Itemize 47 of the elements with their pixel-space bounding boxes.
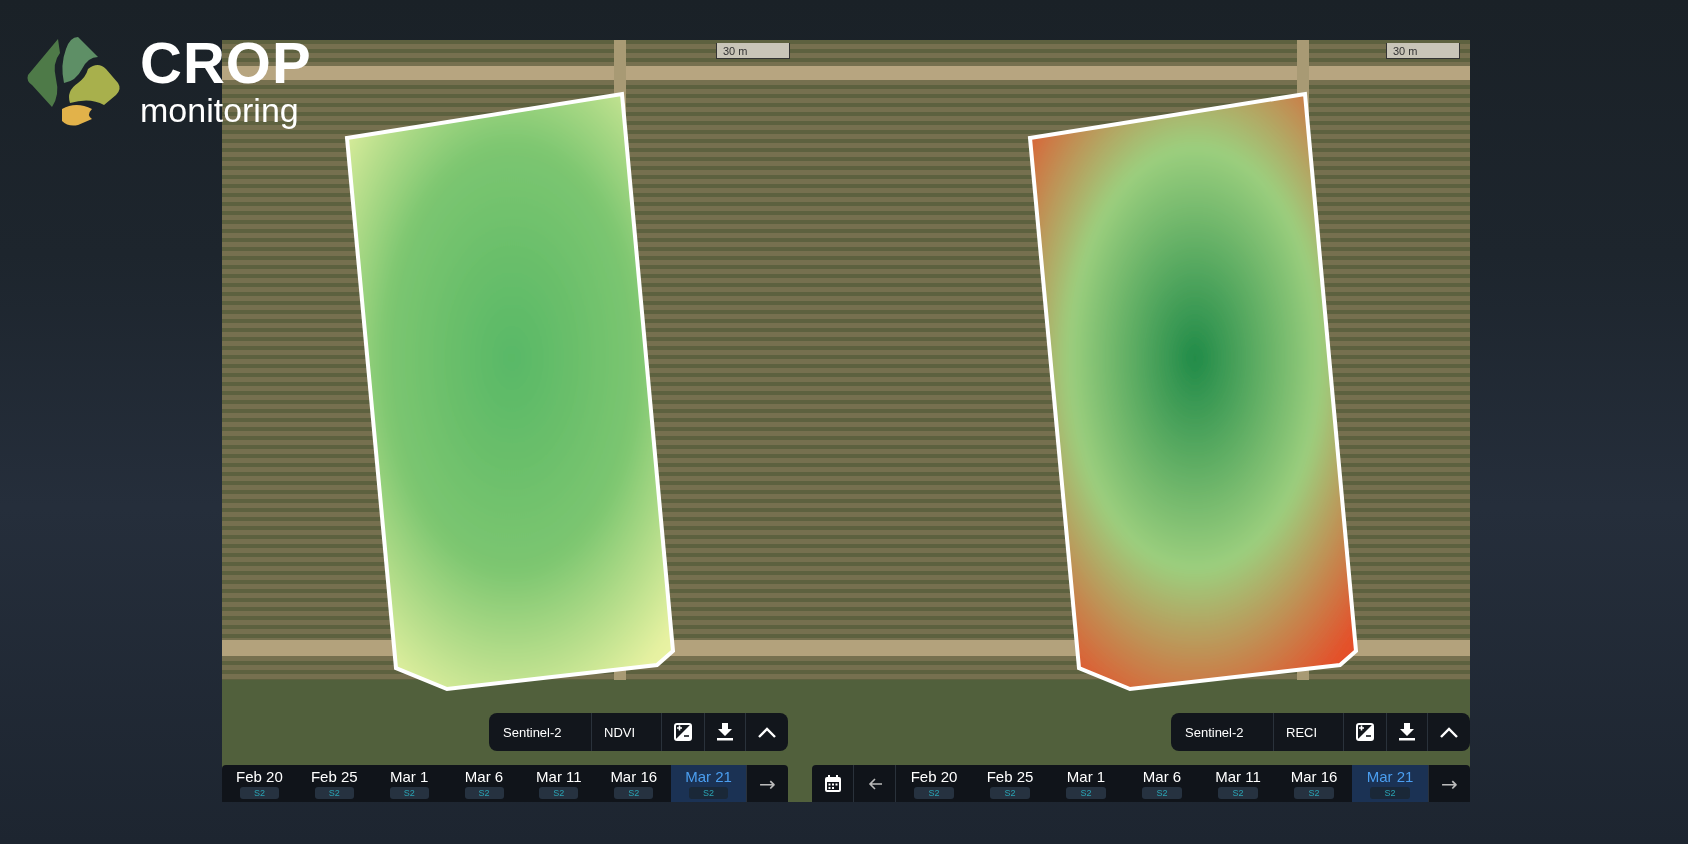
calendar-icon <box>824 775 841 792</box>
scale-bar: 30 m <box>716 43 790 59</box>
date-item[interactable]: Mar 11 S2 <box>521 765 597 802</box>
date-item[interactable]: Mar 6 S2 <box>446 765 522 802</box>
source-tag: S2 <box>539 787 579 799</box>
index-dropdown[interactable]: NDVI <box>591 713 661 751</box>
date-item[interactable]: Feb 20 S2 <box>222 765 297 802</box>
source-tag: S2 <box>1142 787 1182 799</box>
logo-title: CROP <box>140 34 312 92</box>
date-item[interactable]: Mar 1 S2 <box>1048 765 1124 802</box>
chevron-up-icon <box>1440 726 1458 738</box>
download-icon <box>717 723 733 741</box>
chevron-up-icon <box>758 726 776 738</box>
contrast-icon <box>674 723 692 741</box>
source-tag: S2 <box>614 787 654 799</box>
contrast-icon <box>1356 723 1374 741</box>
source-tag: S2 <box>1218 787 1258 799</box>
date-item[interactable]: Mar 11 S2 <box>1200 765 1276 802</box>
logo-subtitle: monitoring <box>140 92 300 128</box>
source-tag: S2 <box>464 787 504 799</box>
forward-arrow-button[interactable]: → <box>746 765 788 802</box>
source-tag: S2 <box>689 787 729 799</box>
forward-arrow-button[interactable]: → <box>1428 765 1470 802</box>
source-tag: S2 <box>389 787 429 799</box>
date-item[interactable]: Mar 6 S2 <box>1124 765 1200 802</box>
arrow-left-icon <box>867 777 882 790</box>
source-tag: S2 <box>914 787 954 799</box>
index-dropdown[interactable]: RECI <box>1273 713 1343 751</box>
source-dropdown[interactable]: Sentinel-2 <box>1171 713 1273 751</box>
source-tag: S2 <box>1066 787 1106 799</box>
date-item[interactable]: Feb 25 S2 <box>972 765 1048 802</box>
date-item[interactable]: Mar 16 S2 <box>596 765 672 802</box>
date-item[interactable]: Mar 21 S2 <box>671 765 746 802</box>
date-item[interactable]: Mar 1 S2 <box>371 765 447 802</box>
date-item[interactable]: Feb 25 S2 <box>296 765 372 802</box>
date-item[interactable]: Mar 16 S2 <box>1276 765 1352 802</box>
date-item[interactable]: Feb 20 S2 <box>896 765 972 802</box>
source-tag: S2 <box>1370 787 1410 799</box>
source-tag: S2 <box>239 787 279 799</box>
source-tag: S2 <box>990 787 1030 799</box>
source-dropdown[interactable]: Sentinel-2 <box>489 713 591 751</box>
logo-icon <box>26 35 122 127</box>
date-item[interactable]: Mar 21 S2 <box>1352 765 1428 802</box>
source-tag: S2 <box>314 787 354 799</box>
scale-bar: 30 m <box>1386 43 1460 59</box>
download-icon <box>1399 723 1415 741</box>
source-tag: S2 <box>1294 787 1334 799</box>
